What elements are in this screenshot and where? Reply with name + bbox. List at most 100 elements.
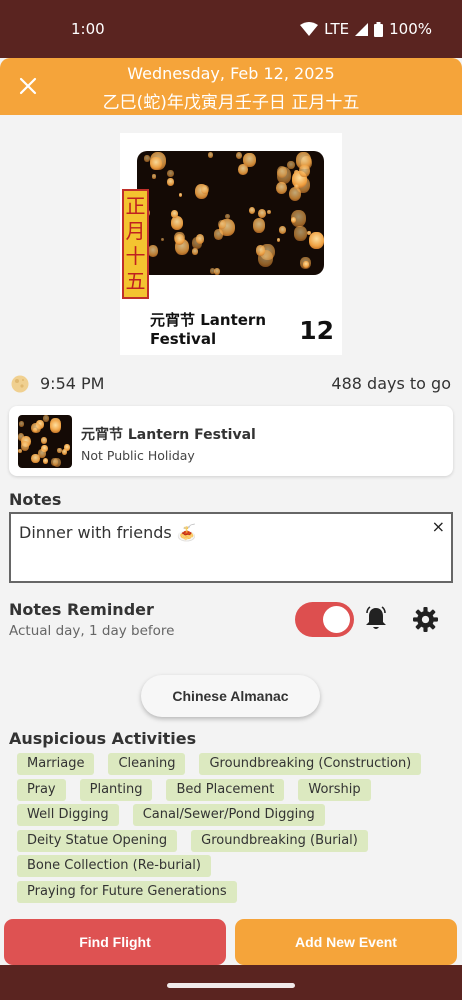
lantern-shape xyxy=(252,218,266,233)
lantern-shape xyxy=(171,215,184,230)
lantern-shape xyxy=(287,160,295,170)
activity-row: Well Digging Canal/Sewer/Pond Digging xyxy=(17,804,447,830)
lantern-shape xyxy=(178,192,183,197)
lantern-shape xyxy=(31,422,41,434)
lantern-shape xyxy=(214,268,221,275)
notes-clear-button[interactable]: × xyxy=(432,517,445,536)
lantern-shape xyxy=(195,233,205,244)
reminder-subtitle: Actual day, 1 day before xyxy=(9,623,175,639)
lantern-shape xyxy=(243,152,256,167)
lantern-shape xyxy=(50,420,62,433)
activity-chip: Marriage xyxy=(17,753,95,775)
find-flight-button[interactable]: Find Flight xyxy=(4,919,226,965)
notes-input[interactable]: Dinner with friends 🍝 × xyxy=(9,512,453,583)
activity-row: Pray Planting Bed Placement Worship xyxy=(17,778,447,805)
reminder-label: Notes Reminder xyxy=(9,600,154,619)
activity-row: Deity Statue Opening Groundbreaking (Buri… xyxy=(17,829,447,856)
lantern-shape xyxy=(160,237,164,242)
lantern-shape xyxy=(148,245,159,257)
lantern-shape xyxy=(299,164,310,177)
moon-icon xyxy=(11,375,29,393)
battery-label: 100% xyxy=(389,20,432,38)
lantern-shape xyxy=(276,238,281,243)
lantern-shape xyxy=(200,185,209,195)
lantern-shape xyxy=(275,181,287,195)
event-status: Not Public Holiday xyxy=(81,448,195,463)
activity-chip: Canal/Sewer/Pond Digging xyxy=(132,804,325,826)
notes-label: Notes xyxy=(9,490,62,509)
days-to-go: 488 days to go xyxy=(331,374,451,393)
lantern-shape xyxy=(174,234,184,245)
gear-icon[interactable] xyxy=(413,607,438,632)
activity-chip: Worship xyxy=(298,778,371,801)
lantern-shape xyxy=(302,261,309,268)
lantern-shape xyxy=(276,166,288,179)
festival-card-day: 12 xyxy=(299,316,334,345)
lantern-shape xyxy=(217,219,226,230)
toggle-knob xyxy=(323,606,350,633)
moonrise-time: 9:54 PM xyxy=(40,374,105,393)
lantern-shape xyxy=(267,209,272,215)
lunar-date-tag: 正月十五 xyxy=(122,189,149,299)
add-new-event-button[interactable]: Add New Event xyxy=(235,919,457,965)
lantern-shape xyxy=(191,248,198,255)
chinese-almanac-button[interactable]: Chinese Almanac xyxy=(141,675,320,717)
lantern-shape xyxy=(150,156,162,170)
lantern-shape xyxy=(38,449,47,459)
lantern-shape xyxy=(18,420,24,427)
lantern-shape xyxy=(144,155,151,162)
activity-chip: Well Digging xyxy=(17,804,119,826)
network-label: LTE xyxy=(324,20,350,38)
header-date: Wednesday, Feb 12, 2025 xyxy=(127,64,335,83)
lantern-shape xyxy=(167,169,174,178)
festival-card: 正月十五 元宵节 Lantern Festival 12 xyxy=(120,133,342,355)
lantern-shape xyxy=(235,151,243,160)
lantern-shape xyxy=(290,216,297,223)
lantern-shape xyxy=(294,226,307,241)
wifi-icon xyxy=(300,22,319,36)
activity-chip: Groundbreaking (Construction) xyxy=(199,753,422,775)
activity-row: Bone Collection (Re-burial) xyxy=(17,855,447,881)
lantern-shape xyxy=(21,441,30,451)
navigation-bar xyxy=(0,965,462,1000)
signal-icon xyxy=(355,22,369,36)
event-name: 元宵节 Lantern Festival xyxy=(81,427,256,443)
status-indicators: LTE 100% xyxy=(300,20,432,38)
activity-chip: Groundbreaking (Burial) xyxy=(191,829,368,852)
lantern-shape xyxy=(51,458,59,467)
lantern-shape xyxy=(255,245,266,257)
auspicious-activities-title: Auspicious Activities xyxy=(9,729,197,748)
status-bar: 1:00 LTE 100% xyxy=(0,0,462,58)
auspicious-activities-list: Marriage Cleaning Groundbreaking (Construc… xyxy=(17,753,447,906)
activity-row: Marriage Cleaning Groundbreaking (Construc… xyxy=(17,753,447,779)
lantern-shape xyxy=(309,232,324,249)
battery-icon xyxy=(374,21,384,37)
lantern-shape xyxy=(293,183,299,190)
lantern-shape xyxy=(279,226,287,235)
lantern-shape xyxy=(152,174,157,179)
activity-chip: Cleaning xyxy=(108,753,186,775)
status-time: 1:00 xyxy=(71,20,105,38)
activity-chip: Bed Placement xyxy=(166,778,285,801)
lantern-shape xyxy=(209,267,215,274)
activity-chip: Deity Statue Opening xyxy=(17,829,178,852)
event-thumbnail xyxy=(18,415,72,468)
lantern-shape xyxy=(61,449,68,456)
activity-chip: Praying for Future Generations xyxy=(17,880,237,903)
activity-chip: Planting xyxy=(79,778,153,801)
lantern-shape xyxy=(213,229,223,240)
bell-icon[interactable] xyxy=(364,606,388,632)
activity-chip: Pray xyxy=(17,778,66,801)
lantern-shape xyxy=(208,152,214,159)
event-card[interactable]: 元宵节 Lantern Festival Not Public Holiday xyxy=(9,406,453,476)
activity-row: Praying for Future Generations xyxy=(17,880,447,907)
header: Wednesday, Feb 12, 2025 乙巳(蛇)年戊寅月壬子日 正月十… xyxy=(0,58,462,115)
reminder-toggle[interactable] xyxy=(295,602,354,637)
home-gesture-handle[interactable] xyxy=(167,983,295,988)
header-lunar-date: 乙巳(蛇)年戊寅月壬子日 正月十五 xyxy=(102,93,360,113)
lantern-shape xyxy=(18,449,22,454)
activity-chip: Bone Collection (Re-burial) xyxy=(17,855,211,877)
lantern-shape xyxy=(40,437,47,444)
lantern-festival-image xyxy=(137,151,324,275)
lantern-shape xyxy=(42,415,49,422)
